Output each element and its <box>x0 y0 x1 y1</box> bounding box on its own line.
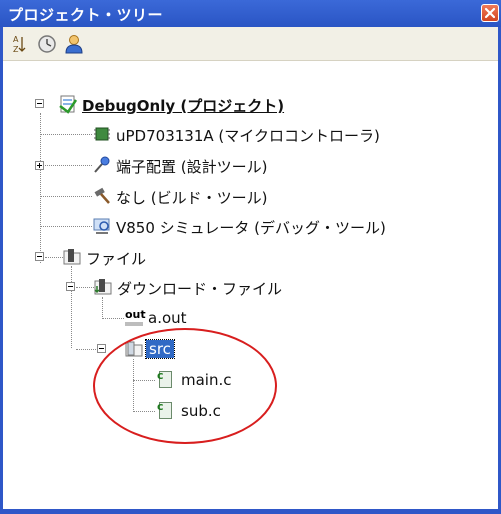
tree-node-microcontroller[interactable]: uPD703131A (マイクロコントローラ) <box>92 123 412 147</box>
collapse-toggle-project[interactable] <box>35 99 44 108</box>
download-folder-icon <box>94 279 112 295</box>
project-tree-panel: プロジェクト・ツリー A Z DebugOnly (プロジェクト) uPD703… <box>0 0 501 514</box>
tree-node-sub-c[interactable]: c sub.c <box>155 400 275 424</box>
tree-connector <box>40 134 92 136</box>
folder-icon <box>125 341 143 357</box>
tree-node-label: なし (ビルド・ツール) <box>116 189 268 207</box>
tree-connector <box>102 318 124 320</box>
tree-connector <box>133 359 135 412</box>
simulator-icon <box>93 218 110 234</box>
tree-node-debug-tool[interactable]: V850 シミュレータ (デバッグ・ツール) <box>92 215 432 239</box>
tree-connector <box>76 349 98 351</box>
close-button[interactable] <box>481 4 499 22</box>
collapse-toggle-src[interactable] <box>97 344 106 353</box>
clock-icon[interactable] <box>36 33 58 55</box>
panel-title: プロジェクト・ツリー <box>8 6 164 24</box>
tree-node-label: main.c <box>181 371 232 389</box>
tree-node-label: V850 シミュレータ (デバッグ・ツール) <box>116 219 386 237</box>
tree-node-main-c[interactable]: c main.c <box>155 369 275 393</box>
hammer-icon <box>94 187 110 204</box>
tree-node-pin-config[interactable]: 端子配置 (設計ツール) <box>92 154 392 178</box>
c-file-icon-text: c <box>157 369 164 382</box>
expand-toggle-pin-config[interactable] <box>35 161 44 170</box>
toolbar: A Z <box>3 27 498 61</box>
pin-tool-icon <box>94 156 110 173</box>
c-file-icon: c <box>155 369 175 390</box>
tree-connector <box>133 380 155 382</box>
tree-node-project[interactable]: DebugOnly (プロジェクト) <box>58 93 358 117</box>
close-icon <box>484 7 496 19</box>
out-file-icon-text: out <box>125 308 146 321</box>
tree-node-src[interactable]: src <box>124 338 244 362</box>
user-icon[interactable] <box>63 33 85 55</box>
tree-node-build-tool[interactable]: なし (ビルド・ツール) <box>92 185 392 209</box>
sort-az-icon[interactable]: A Z <box>9 33 31 55</box>
project-icon <box>59 95 78 114</box>
tree-connector <box>71 266 73 348</box>
tree-connector <box>133 411 155 413</box>
tree-node-files[interactable]: ファイル <box>62 246 262 270</box>
tree-connector <box>102 297 104 319</box>
chip-icon <box>94 127 110 141</box>
tree-node-label: ファイル <box>86 250 147 268</box>
collapse-toggle-files[interactable] <box>35 252 44 261</box>
tree-node-label: 端子配置 (設計ツール) <box>116 158 268 176</box>
svg-text:Z: Z <box>13 45 19 54</box>
tree-connector <box>40 226 92 228</box>
tree-node-label-selected: src <box>145 339 175 359</box>
tree-node-a-out[interactable]: out a.out <box>124 307 274 331</box>
tree-node-label: sub.c <box>181 402 221 420</box>
tree-node-label: uPD703131A (マイクロコントローラ) <box>116 127 380 145</box>
collapse-toggle-download[interactable] <box>66 282 75 291</box>
c-file-icon-text: c <box>157 400 164 413</box>
tree-connector <box>40 196 92 198</box>
tree-view: DebugOnly (プロジェクト) uPD703131A (マイクロコントロー… <box>3 61 498 509</box>
svg-text:A: A <box>13 35 19 44</box>
tree-node-label: ダウンロード・ファイル <box>117 280 283 298</box>
tree-node-download-files[interactable]: ダウンロード・ファイル <box>93 276 353 300</box>
tree-connector <box>45 165 92 167</box>
tree-node-label: a.out <box>148 309 187 327</box>
folder-icon <box>63 249 81 265</box>
title-bar: プロジェクト・ツリー <box>0 0 501 27</box>
tree-node-label: DebugOnly (プロジェクト) <box>82 97 285 115</box>
c-file-icon: c <box>155 400 175 421</box>
out-file-icon: out <box>124 308 146 328</box>
panel-bottom-border <box>0 509 501 514</box>
